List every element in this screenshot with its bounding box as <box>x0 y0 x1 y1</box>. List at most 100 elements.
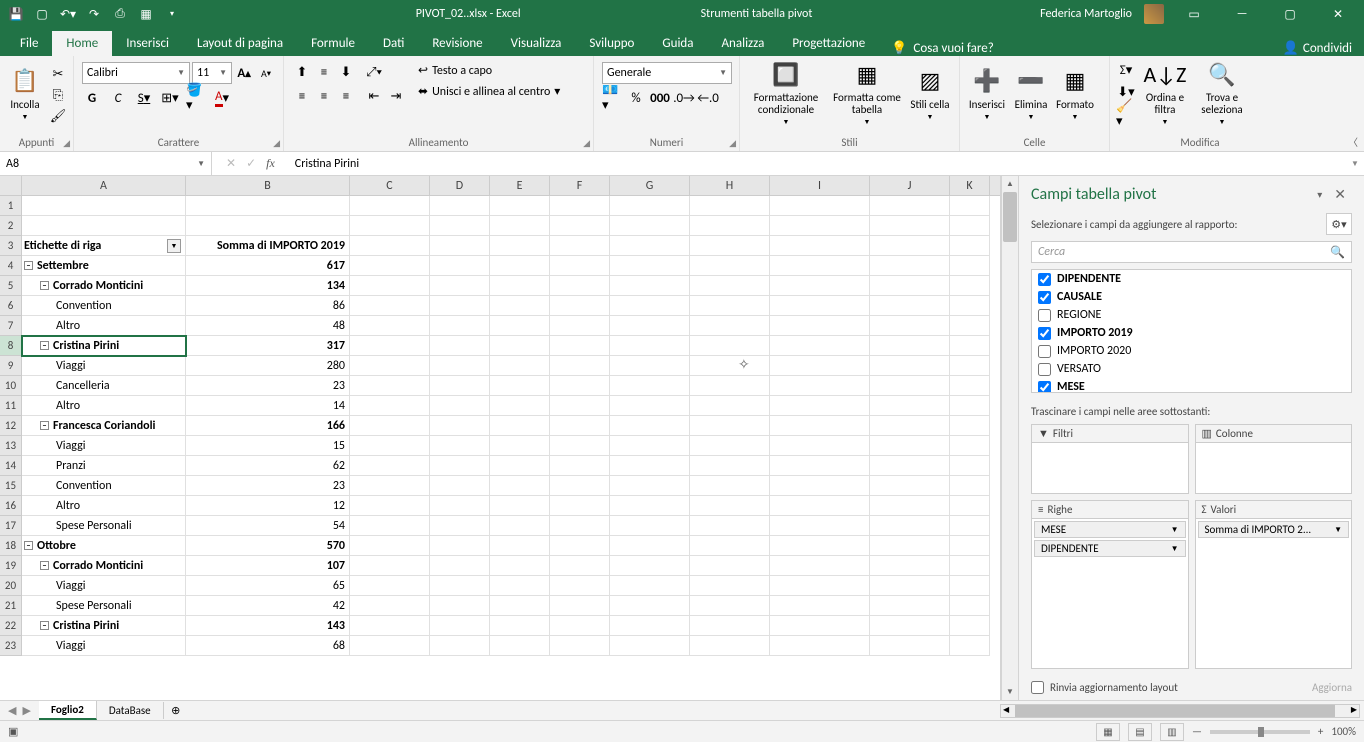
row-header[interactable]: 14 <box>0 456 22 476</box>
cell[interactable] <box>490 636 550 656</box>
tab-formulas[interactable]: Formule <box>297 31 369 56</box>
cell[interactable] <box>950 256 990 276</box>
cell[interactable] <box>770 296 870 316</box>
copy-button[interactable]: ⎘ <box>48 85 68 105</box>
field-pane-gear-icon[interactable]: ⚙▾ <box>1326 213 1352 235</box>
area-field-item[interactable]: MESE▼ <box>1034 521 1186 538</box>
avatar[interactable] <box>1144 4 1164 24</box>
field-checkbox[interactable] <box>1038 363 1051 376</box>
cell[interactable] <box>870 476 950 496</box>
cell[interactable]: −Cristina Pirini <box>22 336 186 356</box>
share-button[interactable]: 👤 Condividi <box>1283 41 1352 56</box>
scroll-thumb[interactable] <box>1003 192 1017 242</box>
cell[interactable] <box>550 316 610 336</box>
cell[interactable] <box>610 276 690 296</box>
area-field-item[interactable]: Somma di IMPORTO 2...▼ <box>1198 521 1350 538</box>
cell[interactable] <box>490 316 550 336</box>
cell[interactable] <box>610 596 690 616</box>
number-format-combo[interactable]: Generale▼ <box>602 62 732 84</box>
cell[interactable] <box>550 336 610 356</box>
cell[interactable] <box>550 256 610 276</box>
column-header[interactable]: H <box>690 176 770 195</box>
cell[interactable] <box>186 196 350 216</box>
cell[interactable] <box>610 376 690 396</box>
cell[interactable] <box>350 456 430 476</box>
field-list[interactable]: DIPENDENTECAUSALEREGIONEIMPORTO 2019IMPO… <box>1031 269 1352 393</box>
cell[interactable] <box>350 276 430 296</box>
cell[interactable] <box>870 616 950 636</box>
cell[interactable] <box>350 596 430 616</box>
sort-filter-button[interactable]: A↓ZOrdina e filtra▼ <box>1138 60 1192 126</box>
row-header[interactable]: 2 <box>0 216 22 236</box>
cell[interactable] <box>550 636 610 656</box>
cell[interactable] <box>490 376 550 396</box>
cell[interactable] <box>690 456 770 476</box>
cell[interactable] <box>950 236 990 256</box>
name-box[interactable]: A8▼ <box>0 152 212 175</box>
cell[interactable] <box>490 416 550 436</box>
cell[interactable] <box>490 496 550 516</box>
filter-dropdown-icon[interactable]: ▼ <box>167 239 181 253</box>
row-header[interactable]: 15 <box>0 476 22 496</box>
collapse-icon[interactable]: − <box>40 421 49 430</box>
cell[interactable] <box>350 516 430 536</box>
cell[interactable]: 86 <box>186 296 350 316</box>
cell[interactable] <box>22 216 186 236</box>
bold-button[interactable]: G <box>82 88 102 108</box>
cell[interactable] <box>490 476 550 496</box>
cell[interactable]: 134 <box>186 276 350 296</box>
cell[interactable] <box>430 536 490 556</box>
row-header[interactable]: 3 <box>0 236 22 256</box>
cell[interactable] <box>610 316 690 336</box>
cell[interactable] <box>950 476 990 496</box>
cell[interactable]: Spese Personali <box>22 516 186 536</box>
column-header[interactable]: E <box>490 176 550 195</box>
row-header[interactable]: 1 <box>0 196 22 216</box>
cell[interactable]: −Settembre <box>22 256 186 276</box>
cell[interactable] <box>430 636 490 656</box>
quickprint-icon[interactable]: ⎙ <box>112 6 128 22</box>
cell[interactable] <box>490 296 550 316</box>
cell[interactable] <box>610 356 690 376</box>
horizontal-scrollbar[interactable]: ◀ ▶ <box>1000 704 1360 718</box>
field-checkbox[interactable] <box>1038 291 1051 304</box>
cell[interactable] <box>690 276 770 296</box>
cell[interactable] <box>870 316 950 336</box>
cell[interactable] <box>550 376 610 396</box>
cell[interactable] <box>690 596 770 616</box>
cell[interactable] <box>610 556 690 576</box>
cell[interactable] <box>690 256 770 276</box>
field-checkbox[interactable] <box>1038 345 1051 358</box>
cell[interactable]: −Corrado Monticini <box>22 276 186 296</box>
redo-icon[interactable]: ↷ <box>86 6 102 22</box>
cell[interactable] <box>350 336 430 356</box>
row-header[interactable]: 20 <box>0 576 22 596</box>
row-header[interactable]: 22 <box>0 616 22 636</box>
cell[interactable] <box>610 296 690 316</box>
cell[interactable] <box>690 196 770 216</box>
cell[interactable]: 107 <box>186 556 350 576</box>
row-header[interactable]: 17 <box>0 516 22 536</box>
cell[interactable]: 317 <box>186 336 350 356</box>
ribbon-options-icon[interactable]: ▭ <box>1176 0 1212 28</box>
cell[interactable] <box>550 516 610 536</box>
decrease-decimal-button[interactable]: ←.0 <box>698 88 718 108</box>
cell[interactable] <box>610 196 690 216</box>
cell[interactable] <box>550 476 610 496</box>
cell[interactable] <box>610 416 690 436</box>
zoom-level[interactable]: 100% <box>1331 725 1356 738</box>
formula-input[interactable]: Cristina Pirini <box>289 157 1346 171</box>
cell[interactable] <box>610 536 690 556</box>
column-header[interactable]: C <box>350 176 430 195</box>
cell[interactable] <box>870 356 950 376</box>
find-select-button[interactable]: 🔍Trova e seleziona▼ <box>1194 60 1250 126</box>
rows-area[interactable]: ≡Righe MESE▼DIPENDENTE▼ <box>1031 500 1189 669</box>
area-field-item[interactable]: DIPENDENTE▼ <box>1034 540 1186 557</box>
cell[interactable] <box>430 476 490 496</box>
cell[interactable] <box>550 356 610 376</box>
cell[interactable] <box>550 496 610 516</box>
cell[interactable]: −Francesca Coriandoli <box>22 416 186 436</box>
cell[interactable]: Altro <box>22 316 186 336</box>
cell[interactable]: −Cristina Pirini <box>22 616 186 636</box>
cell[interactable] <box>430 196 490 216</box>
